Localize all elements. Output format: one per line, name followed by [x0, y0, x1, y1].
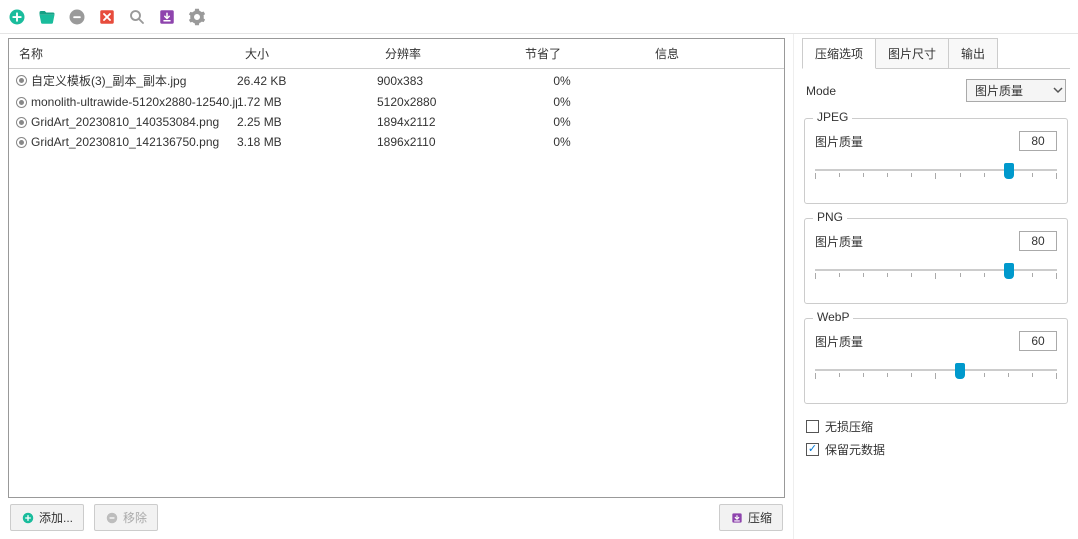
table-row[interactable]: GridArt_20230810_142136750.png 3.18 MB 1…	[9, 132, 784, 152]
cell-resolution: 5120x2880	[377, 95, 517, 109]
header-name[interactable]: 名称	[9, 45, 239, 62]
table-row[interactable]: 自定义模板(3)_副本_副本.jpg 26.42 KB 900x383 0%	[9, 69, 784, 92]
table-row[interactable]: monolith-ultrawide-5120x2880-12540.jpg 1…	[9, 92, 784, 112]
add-icon[interactable]	[6, 6, 28, 28]
cell-name: monolith-ultrawide-5120x2880-12540.jpg	[31, 95, 237, 109]
main-area: 名称 大小 分辨率 节省了 信息 自定义模板(3)_副本_副本.jpg 26.4…	[0, 34, 1078, 539]
compress-button-label: 压缩	[748, 509, 772, 526]
tabs: 压缩选项 图片尺寸 输出	[802, 38, 1070, 69]
remove-button-label: 移除	[123, 509, 147, 526]
file-table: 名称 大小 分辨率 节省了 信息 自定义模板(3)_副本_副本.jpg 26.4…	[8, 38, 785, 498]
lossless-checkbox[interactable]	[806, 420, 819, 433]
cell-savings: 0%	[517, 115, 647, 129]
webp-quality-input[interactable]: 60	[1019, 331, 1057, 351]
header-size[interactable]: 大小	[239, 45, 379, 62]
cell-savings: 0%	[517, 74, 647, 88]
magnify-icon[interactable]	[126, 6, 148, 28]
table-header: 名称 大小 分辨率 节省了 信息	[9, 39, 784, 69]
row-status-icon	[15, 96, 27, 108]
tab-size[interactable]: 图片尺寸	[875, 38, 949, 68]
add-button[interactable]: 添加...	[10, 504, 84, 531]
folder-open-icon[interactable]	[36, 6, 58, 28]
compress-button[interactable]: 压缩	[719, 504, 783, 531]
webp-quality-label: 图片质量	[815, 333, 863, 350]
cell-name: GridArt_20230810_142136750.png	[31, 135, 237, 149]
png-quality-input[interactable]: 80	[1019, 231, 1057, 251]
cell-resolution: 1896x2110	[377, 135, 517, 149]
metadata-checkbox[interactable]	[806, 443, 819, 456]
row-status-icon	[15, 116, 27, 128]
options-panel: 压缩选项 图片尺寸 输出 Mode 图片质量 JPEG 图片质量 80	[793, 34, 1078, 539]
cell-savings: 0%	[517, 95, 647, 109]
archive-down-icon[interactable]	[156, 6, 178, 28]
clear-list-icon[interactable]	[96, 6, 118, 28]
png-slider[interactable]	[815, 267, 1057, 287]
lossless-checkbox-row[interactable]: 无损压缩	[806, 418, 1066, 435]
row-status-icon	[15, 75, 27, 87]
cell-resolution: 900x383	[377, 74, 517, 88]
jpeg-title: JPEG	[813, 110, 852, 124]
mode-select[interactable]: 图片质量	[966, 79, 1066, 102]
mode-value: 图片质量	[975, 82, 1023, 99]
cell-size: 2.25 MB	[237, 115, 377, 129]
jpeg-group: JPEG 图片质量 80	[804, 118, 1068, 204]
gear-icon[interactable]	[186, 6, 208, 28]
webp-slider[interactable]	[815, 367, 1057, 387]
cell-savings: 0%	[517, 135, 647, 149]
toolbar	[0, 0, 1078, 34]
add-circle-icon	[21, 511, 35, 525]
cell-resolution: 1894x2112	[377, 115, 517, 129]
mode-row: Mode 图片质量	[802, 69, 1070, 112]
remove-circle-small-icon	[105, 511, 119, 525]
lossless-label: 无损压缩	[825, 418, 873, 435]
compress-icon	[730, 511, 744, 525]
table-body: 自定义模板(3)_副本_副本.jpg 26.42 KB 900x383 0% m…	[9, 69, 784, 152]
tab-output[interactable]: 输出	[948, 38, 998, 68]
jpeg-slider[interactable]	[815, 167, 1057, 187]
header-savings[interactable]: 节省了	[519, 45, 649, 62]
file-list-panel: 名称 大小 分辨率 节省了 信息 自定义模板(3)_副本_副本.jpg 26.4…	[0, 34, 793, 539]
header-resolution[interactable]: 分辨率	[379, 45, 519, 62]
webp-group: WebP 图片质量 60	[804, 318, 1068, 404]
mode-label: Mode	[806, 84, 836, 98]
chevron-down-icon	[1053, 84, 1063, 98]
png-group: PNG 图片质量 80	[804, 218, 1068, 304]
metadata-checkbox-row[interactable]: 保留元数据	[806, 441, 1066, 458]
jpeg-quality-input[interactable]: 80	[1019, 131, 1057, 151]
cell-size: 26.42 KB	[237, 74, 377, 88]
add-button-label: 添加...	[39, 509, 73, 526]
remove-circle-icon[interactable]	[66, 6, 88, 28]
row-status-icon	[15, 136, 27, 148]
table-row[interactable]: GridArt_20230810_140353084.png 2.25 MB 1…	[9, 112, 784, 132]
png-quality-label: 图片质量	[815, 233, 863, 250]
bottom-bar: 添加... 移除 压缩	[8, 498, 785, 531]
tab-options[interactable]: 压缩选项	[802, 38, 876, 69]
webp-title: WebP	[813, 310, 853, 324]
png-title: PNG	[813, 210, 847, 224]
remove-button[interactable]: 移除	[94, 504, 158, 531]
cell-name: GridArt_20230810_140353084.png	[31, 115, 237, 129]
jpeg-quality-label: 图片质量	[815, 133, 863, 150]
header-info[interactable]: 信息	[649, 45, 784, 62]
cell-size: 3.18 MB	[237, 135, 377, 149]
metadata-label: 保留元数据	[825, 441, 885, 458]
cell-name: 自定义模板(3)_副本_副本.jpg	[31, 72, 237, 89]
cell-size: 1.72 MB	[237, 95, 377, 109]
